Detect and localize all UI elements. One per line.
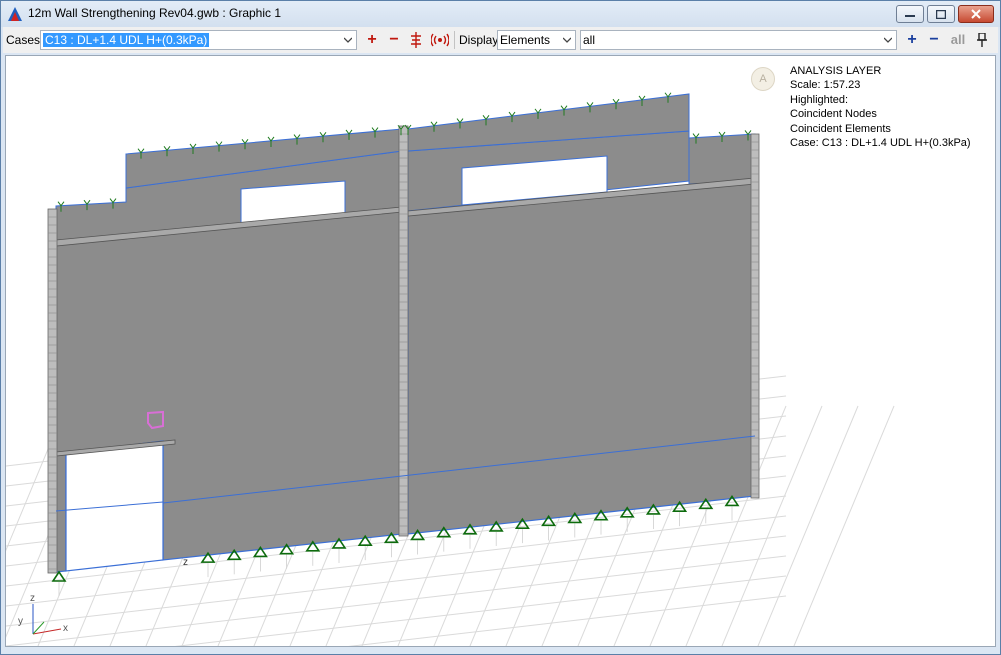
layer-coincident-nodes: Coincident Nodes	[790, 108, 877, 121]
chevron-down-icon	[884, 37, 892, 43]
add-filter-button[interactable]: +	[903, 31, 921, 49]
maximize-button[interactable]	[927, 5, 955, 23]
wall-panel-right[interactable]	[407, 180, 756, 535]
cases-select[interactable]: C13 : DL+1.4 UDL H+(0.3kPa)	[40, 30, 357, 50]
broadcast-icon	[431, 33, 449, 47]
grid-line	[757, 405, 859, 646]
analysis-layer-info: ANALYSIS LAYER Scale: 1:57.23 Highlighte…	[790, 64, 971, 150]
cases-label: Cases	[6, 33, 41, 47]
load-arrows-icon	[411, 32, 421, 48]
pin-button[interactable]	[973, 31, 991, 49]
grid-line	[793, 405, 895, 646]
minimize-button[interactable]	[896, 5, 924, 23]
cases-selected-value: C13 : DL+1.4 UDL H+(0.3kPa)	[43, 33, 210, 47]
window-title: 12m Wall Strengthening Rev04.gwb : Graph…	[28, 6, 282, 20]
close-icon	[971, 9, 981, 19]
app-icon	[8, 7, 22, 21]
node-z-label: z	[183, 557, 188, 568]
maximize-icon	[936, 9, 946, 19]
layer-heading: ANALYSIS LAYER	[790, 65, 882, 77]
animate-button[interactable]	[431, 31, 449, 49]
axis-y-label: y	[18, 616, 23, 627]
layer-badge[interactable]: A	[751, 67, 775, 91]
add-case-button[interactable]: +	[363, 31, 381, 49]
graphic-view[interactable]: z z y x A ANALYSIS LAYER Scale: 1:57.23 …	[5, 55, 996, 647]
grid-line	[174, 575, 787, 646]
remove-case-button[interactable]: −	[385, 31, 403, 49]
pin-icon	[977, 33, 987, 47]
chevron-down-icon	[563, 37, 571, 43]
layer-highlighted: Highlighted:	[790, 93, 849, 106]
loads-toggle-button[interactable]	[407, 31, 425, 49]
display-select[interactable]: Elements	[497, 30, 576, 50]
column[interactable]	[47, 208, 58, 574]
axis-triad: z y x	[18, 593, 68, 635]
layer-case: Case: C13 : DL+1.4 UDL H+(0.3kPa)	[790, 137, 971, 150]
main-window: 12m Wall Strengthening Rev04.gwb : Graph…	[0, 0, 1001, 655]
title-bar[interactable]: 12m Wall Strengthening Rev04.gwb : Graph…	[1, 1, 1000, 27]
toolbar: Cases C13 : DL+1.4 UDL H+(0.3kPa) + − Di…	[3, 27, 998, 53]
column[interactable]	[398, 125, 409, 537]
toolbar-separator	[454, 31, 455, 49]
remove-filter-button[interactable]: −	[925, 31, 943, 49]
display-label: Display	[459, 33, 499, 47]
close-button[interactable]	[958, 5, 994, 23]
display-selected-value: Elements	[500, 33, 551, 47]
column[interactable]	[750, 133, 760, 499]
all-button[interactable]: all	[947, 31, 969, 49]
layer-scale: Scale: 1:57.23	[790, 79, 861, 92]
axis-x-label: x	[63, 623, 68, 634]
axis-z-label: z	[30, 593, 35, 604]
filter-select[interactable]: all	[580, 30, 897, 50]
minimize-icon	[905, 15, 915, 17]
status-bar	[1, 648, 1000, 654]
filter-selected-value: all	[583, 33, 596, 47]
chevron-down-icon	[344, 37, 352, 43]
layer-coincident-elements: Coincident Elements	[790, 122, 891, 135]
